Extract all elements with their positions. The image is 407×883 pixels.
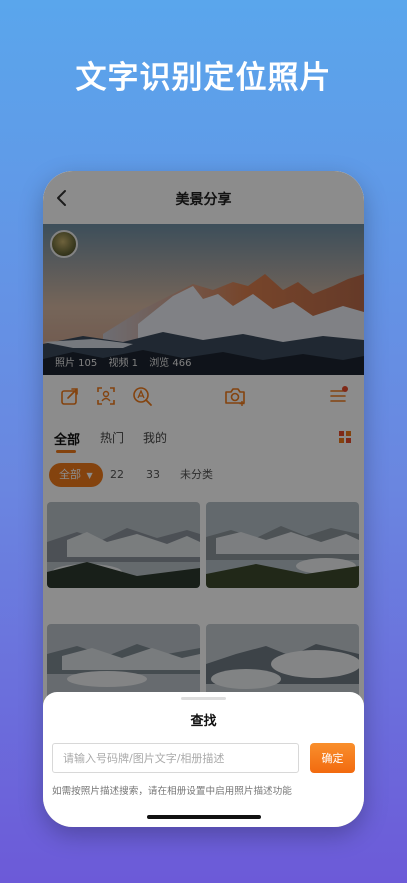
phone-frame: 美景分享 照片 105 视频 1 浏览 466 全部 热门 我的 全部 ▼ 22… bbox=[43, 171, 364, 827]
promo-title: 文字识别定位照片 bbox=[75, 60, 332, 96]
search-input[interactable] bbox=[52, 743, 299, 773]
sheet-drag-handle[interactable] bbox=[181, 697, 226, 700]
app-screen: 美景分享 照片 105 视频 1 浏览 466 全部 热门 我的 全部 ▼ 22… bbox=[43, 171, 364, 827]
search-sheet: 查找 确定 如需按照片描述搜索，请在相册设置中启用照片描述功能 bbox=[43, 692, 364, 827]
confirm-button[interactable]: 确定 bbox=[310, 743, 355, 773]
home-indicator bbox=[147, 815, 261, 819]
search-hint: 如需按照片描述搜索，请在相册设置中启用照片描述功能 bbox=[52, 786, 292, 797]
sheet-title: 查找 bbox=[190, 714, 217, 729]
